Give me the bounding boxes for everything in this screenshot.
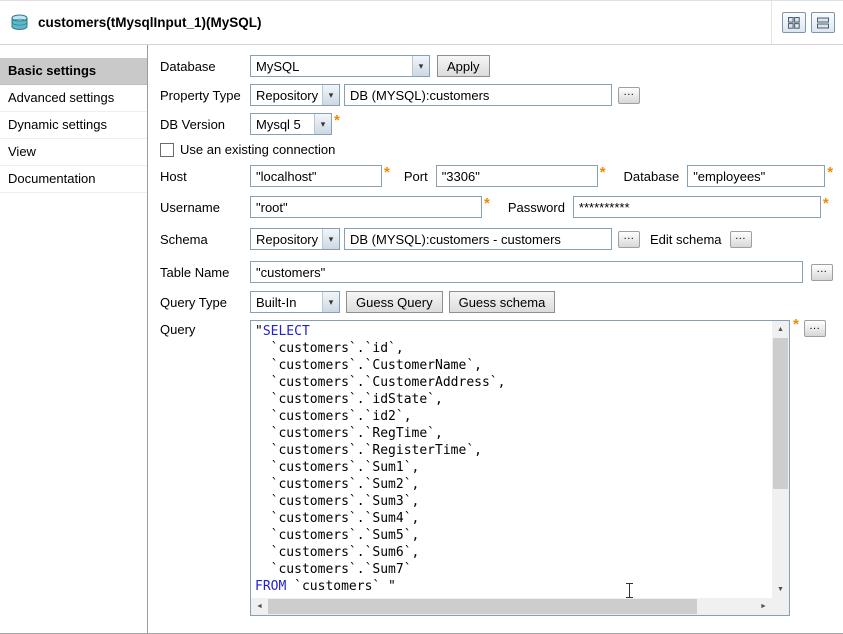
sidebar-item-dynamic-settings[interactable]: Dynamic settings bbox=[0, 112, 147, 139]
grid-layout-button[interactable] bbox=[782, 12, 806, 33]
username-label: Username bbox=[160, 200, 250, 215]
db-version-value: Mysql 5 bbox=[256, 117, 310, 132]
query-type-select[interactable]: Built-In ▾ bbox=[250, 291, 340, 313]
scroll-left-arrow[interactable]: ◄ bbox=[251, 598, 268, 615]
property-type-mode: Repository bbox=[256, 88, 318, 103]
chevron-down-icon: ▾ bbox=[314, 114, 331, 134]
property-type-label: Property Type bbox=[160, 88, 250, 103]
use-existing-connection-checkbox[interactable] bbox=[160, 143, 174, 157]
query-horizontal-scrollbar[interactable]: ◄ ► bbox=[251, 598, 772, 615]
chevron-down-icon: ▾ bbox=[322, 292, 339, 312]
database-input[interactable]: "employees" bbox=[687, 165, 825, 187]
required-star: * bbox=[334, 112, 340, 129]
apply-button[interactable]: Apply bbox=[437, 55, 490, 77]
sidebar-item-label: Documentation bbox=[8, 171, 95, 186]
host-input[interactable]: "localhost" bbox=[250, 165, 382, 187]
vertical-scroll-thumb[interactable] bbox=[773, 338, 788, 489]
schema-type-mode: Repository bbox=[256, 232, 318, 247]
sidebar-item-basic-settings[interactable]: Basic settings bbox=[0, 58, 147, 85]
database-type-value: MySQL bbox=[256, 59, 408, 74]
host-row: Host "localhost" * Port "3306" * Databas… bbox=[160, 165, 835, 187]
schema-label: Schema bbox=[160, 232, 250, 247]
query-row: Query "SELECT `customers`.`id`, `custome… bbox=[160, 320, 835, 616]
schema-browse-button[interactable]: ... bbox=[618, 231, 640, 248]
settings-sidebar: Basic settings Advanced settings Dynamic… bbox=[0, 45, 148, 634]
horizontal-scroll-thumb[interactable] bbox=[268, 599, 697, 614]
property-browse-button[interactable]: ... bbox=[618, 87, 640, 104]
required-star: * bbox=[484, 195, 490, 212]
sidebar-item-label: View bbox=[8, 144, 36, 159]
rows-layout-icon bbox=[817, 17, 829, 29]
chevron-down-icon: ▾ bbox=[412, 56, 429, 76]
existing-connection-row: Use an existing connection bbox=[160, 142, 835, 157]
scroll-down-arrow[interactable]: ▼ bbox=[772, 581, 789, 598]
username-input[interactable]: "root" bbox=[250, 196, 482, 218]
required-star: * bbox=[600, 164, 606, 181]
password-label: Password bbox=[508, 200, 565, 215]
database-type-label: Database bbox=[160, 59, 250, 74]
query-label: Query bbox=[160, 320, 250, 337]
property-type-select[interactable]: Repository ▾ bbox=[250, 84, 340, 106]
use-existing-connection-label: Use an existing connection bbox=[180, 142, 335, 157]
sidebar-item-documentation[interactable]: Documentation bbox=[0, 166, 147, 193]
database-type-select[interactable]: MySQL ▾ bbox=[250, 55, 430, 77]
required-star: * bbox=[793, 316, 799, 333]
username-row: Username "root" * Password ********** * bbox=[160, 196, 835, 218]
chevron-down-icon: ▾ bbox=[322, 85, 339, 105]
sidebar-item-advanced-settings[interactable]: Advanced settings bbox=[0, 85, 147, 112]
table-name-label: Table Name bbox=[160, 265, 250, 280]
guess-schema-button[interactable]: Guess schema bbox=[449, 291, 556, 313]
scroll-up-arrow[interactable]: ▲ bbox=[772, 321, 789, 338]
table-name-input[interactable]: "customers" bbox=[250, 261, 803, 283]
edit-schema-label: Edit schema bbox=[650, 232, 722, 247]
query-browse-button[interactable]: ... bbox=[804, 320, 826, 337]
sidebar-item-view[interactable]: View bbox=[0, 139, 147, 166]
query-type-value: Built-In bbox=[256, 295, 318, 310]
database-label: Database bbox=[624, 169, 680, 184]
port-input[interactable]: "3306" bbox=[436, 165, 598, 187]
scrollbar-corner bbox=[772, 598, 789, 615]
rows-layout-button[interactable] bbox=[811, 12, 835, 33]
property-type-row: Property Type Repository ▾ DB (MYSQL):cu… bbox=[160, 84, 835, 106]
database-component-icon bbox=[10, 14, 29, 31]
grid-layout-icon bbox=[788, 17, 800, 29]
component-header: customers(tMysqlInput_1)(MySQL) bbox=[0, 1, 843, 45]
component-settings-panel: customers(tMysqlInput_1)(MySQL) bbox=[0, 0, 843, 634]
query-editor: "SELECT `customers`.`id`, `customers`.`C… bbox=[250, 320, 790, 616]
query-type-row: Query Type Built-In ▾ Guess Query Guess … bbox=[160, 291, 835, 313]
required-star: * bbox=[384, 164, 390, 181]
chevron-down-icon: ▾ bbox=[322, 229, 339, 249]
query-vertical-scrollbar[interactable]: ▲ ▼ bbox=[772, 321, 789, 598]
sidebar-item-label: Basic settings bbox=[8, 63, 96, 78]
schema-type-select[interactable]: Repository ▾ bbox=[250, 228, 340, 250]
component-title: customers(tMysqlInput_1)(MySQL) bbox=[38, 15, 262, 30]
required-star: * bbox=[823, 195, 829, 212]
required-star: * bbox=[827, 164, 833, 181]
edit-schema-button[interactable]: ... bbox=[730, 231, 752, 248]
scroll-right-arrow[interactable]: ► bbox=[755, 598, 772, 615]
query-side-controls: * ... bbox=[793, 320, 826, 337]
db-version-select[interactable]: Mysql 5 ▾ bbox=[250, 113, 332, 135]
query-editor-text[interactable]: "SELECT `customers`.`id`, `customers`.`C… bbox=[251, 321, 772, 598]
header-toolbar bbox=[771, 1, 835, 44]
host-label: Host bbox=[160, 169, 250, 184]
table-name-browse-button[interactable]: ... bbox=[811, 264, 833, 281]
schema-row: Schema Repository ▾ DB (MYSQL):customers… bbox=[160, 228, 835, 250]
vertical-scroll-track[interactable] bbox=[772, 338, 789, 581]
db-version-label: DB Version bbox=[160, 117, 250, 132]
text-cursor bbox=[629, 583, 630, 598]
table-name-row: Table Name "customers" ... bbox=[160, 261, 835, 283]
property-repository-field[interactable]: DB (MYSQL):customers bbox=[344, 84, 612, 106]
db-version-row: DB Version Mysql 5 ▾ * bbox=[160, 113, 835, 135]
schema-repository-field[interactable]: DB (MYSQL):customers - customers bbox=[344, 228, 612, 250]
database-type-row: Database MySQL ▾ Apply bbox=[160, 55, 835, 77]
horizontal-scroll-track[interactable] bbox=[268, 598, 755, 615]
basic-settings-form: Database MySQL ▾ Apply Property Type Rep… bbox=[148, 45, 843, 634]
sidebar-item-label: Advanced settings bbox=[8, 90, 114, 105]
password-input[interactable]: ********** bbox=[573, 196, 821, 218]
guess-query-button[interactable]: Guess Query bbox=[346, 291, 443, 313]
sidebar-item-label: Dynamic settings bbox=[8, 117, 107, 132]
port-label: Port bbox=[404, 169, 428, 184]
query-type-label: Query Type bbox=[160, 295, 250, 310]
